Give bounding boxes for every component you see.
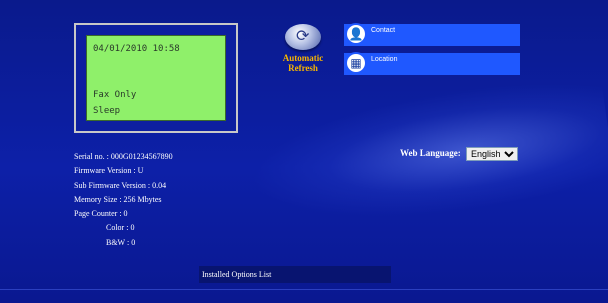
- sub-firmware-version: Sub Firmware Version : 0.04: [74, 180, 167, 190]
- page-counter-bw: B&W : 0: [106, 237, 136, 247]
- web-language-control: Web Language: English: [400, 147, 519, 161]
- building-icon: ▦: [345, 52, 367, 74]
- contact-label: Contact: [371, 27, 396, 34]
- firmware-version: Firmware Version : U: [74, 166, 144, 176]
- serial-number: Serial no. : 000G01234567890: [74, 152, 173, 161]
- lcd-status: Sleep: [93, 106, 121, 116]
- automatic-refresh-button[interactable]: Automatic Refresh: [268, 24, 338, 73]
- page-counter-color: Color : 0: [106, 223, 135, 233]
- lcd-datetime: 04/01/2010 10:58: [93, 44, 180, 54]
- lcd-panel-frame: 04/01/2010 10:58 Fax Only Sleep: [74, 23, 238, 133]
- refresh-globe-icon: [285, 24, 321, 50]
- footer-divider: [0, 289, 608, 290]
- contact-button[interactable]: 👤 Contact: [344, 23, 520, 46]
- lcd-mode: Fax Only: [93, 90, 137, 100]
- location-label: Location: [371, 56, 398, 63]
- installed-options-list-button[interactable]: Installed Options List: [199, 266, 391, 283]
- device-info: Serial no. : 000G01234567890 Firmware Ve…: [74, 150, 173, 250]
- lcd-display: 04/01/2010 10:58 Fax Only Sleep: [86, 35, 226, 121]
- web-language-select[interactable]: English: [466, 147, 519, 161]
- person-icon: 👤: [345, 23, 367, 45]
- automatic-refresh-label: Automatic Refresh: [282, 53, 324, 73]
- memory-size: Memory Size : 256 Mbytes: [74, 194, 162, 204]
- web-language-label: Web Language:: [400, 148, 461, 159]
- page-counter: Page Counter : 0: [74, 209, 128, 219]
- location-button[interactable]: ▦ Location: [344, 52, 520, 75]
